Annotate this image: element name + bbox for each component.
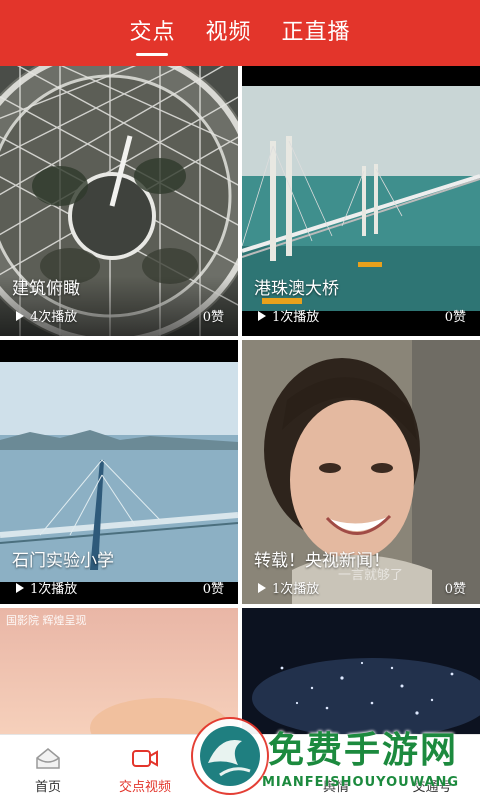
like-count: 0赞 xyxy=(444,310,466,325)
watermark-title: 免费手游网 xyxy=(268,730,459,771)
video-card[interactable]: 建筑俯瞰 4次播放 0赞 xyxy=(0,66,238,336)
nav-label: 交点视频 xyxy=(118,780,171,795)
home-icon xyxy=(36,748,60,769)
play-icon xyxy=(258,582,266,593)
video-overlay-text: 国影院 辉煌呈现 xyxy=(6,614,87,627)
nav-label: 首页 xyxy=(34,780,61,795)
tab-video[interactable]: 视频 xyxy=(205,14,251,52)
video-card[interactable]: 港珠澳大桥 1次播放 0赞 xyxy=(242,66,480,336)
play-count: 1次播放 xyxy=(272,582,320,597)
play-icon xyxy=(16,310,24,321)
video-grid: 建筑俯瞰 4次播放 0赞 港珠澳大桥 1次播放 0赞 石门实验小学 1次播放 0… xyxy=(0,66,480,734)
nav-item-video[interactable]: 交点视频 xyxy=(110,735,180,801)
top-tab-bar: 交点 视频 正直播 xyxy=(0,0,480,66)
video-card[interactable]: 一言就够了 转载！央视新闻！ 1次播放 0赞 xyxy=(242,340,480,604)
play-icon xyxy=(258,310,266,321)
watermark-subtitle: MIANFEISHOUYOUWANG xyxy=(262,775,460,790)
video-title: 港珠澳大桥 xyxy=(254,279,339,299)
video-title: 转载！央视新闻！ xyxy=(254,551,390,571)
video-camera-icon xyxy=(132,750,158,767)
play-count: 4次播放 xyxy=(30,310,78,325)
video-meta: 1次播放 0赞 xyxy=(258,306,466,325)
watermark-logo xyxy=(191,717,269,795)
play-count: 1次播放 xyxy=(272,310,320,325)
video-meta: 1次播放 0赞 xyxy=(258,578,466,597)
play-icon xyxy=(16,582,24,593)
video-meta: 1次播放 0赞 xyxy=(16,578,224,597)
video-meta: 4次播放 0赞 xyxy=(16,306,224,325)
video-title: 石门实验小学 xyxy=(12,551,114,571)
nav-item-home[interactable]: 首页 xyxy=(24,735,72,801)
video-card[interactable]: 石门实验小学 1次播放 0赞 xyxy=(0,340,238,604)
watermark: 免费手游网 MIANFEISHOUYOUWANG xyxy=(190,715,480,800)
play-count: 1次播放 xyxy=(30,582,78,597)
tab-live[interactable]: 正直播 xyxy=(282,14,351,52)
like-count: 0赞 xyxy=(202,582,224,597)
like-count: 0赞 xyxy=(444,582,466,597)
tab-jiaodian[interactable]: 交点 xyxy=(129,14,175,52)
video-title: 建筑俯瞰 xyxy=(12,279,80,299)
like-count: 0赞 xyxy=(202,310,224,325)
